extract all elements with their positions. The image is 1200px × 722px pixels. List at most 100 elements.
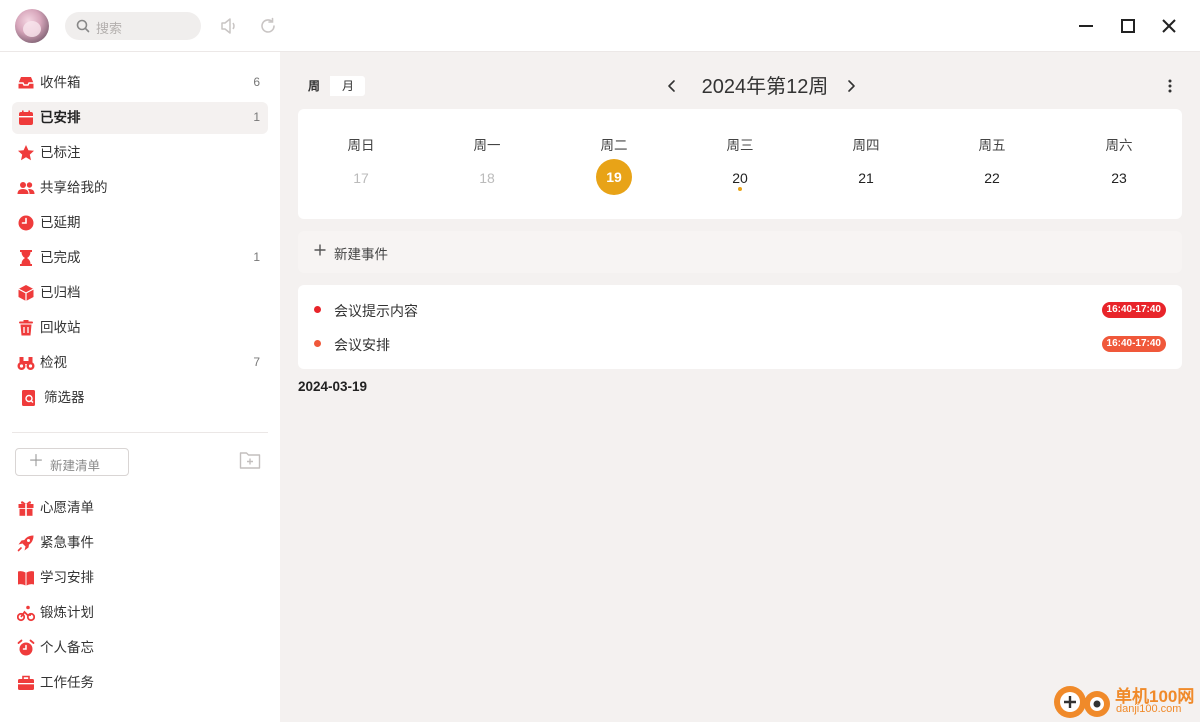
event-time-badge: 16:40-17:40	[1101, 302, 1166, 318]
day-column[interactable]: 周五 22	[929, 109, 1055, 219]
sidebar-item-trash[interactable]: 回收站	[12, 312, 268, 344]
sidebar-item-completed[interactable]: 已完成 1	[12, 242, 268, 274]
event-item[interactable]: 会议安排 16:40-17:40	[298, 329, 1182, 359]
sidebar-item-review[interactable]: 检视 7	[12, 347, 268, 379]
sidebar-item-inbox[interactable]: 收件箱 6	[12, 67, 268, 99]
item-count: 6	[253, 75, 260, 89]
day-column[interactable]: 周一 18	[424, 109, 550, 219]
new-event-label: 新建事件	[334, 247, 388, 262]
item-count: 1	[253, 250, 260, 264]
event-item[interactable]: 会议提示内容 16:40-17:40	[298, 295, 1182, 325]
day-name: 周三	[726, 138, 754, 153]
sidebar-item-label: 共享给我的	[40, 180, 108, 195]
event-color-dot	[314, 340, 321, 347]
today-date: 19	[596, 159, 632, 195]
calendar-icon	[19, 110, 33, 125]
sidebar-item-label: 回收站	[40, 320, 81, 335]
new-list-button[interactable]: ＋ 新建清单	[15, 448, 129, 476]
item-count: 7	[253, 355, 260, 369]
sidebar-list-memo[interactable]: 个人备忘	[12, 632, 268, 664]
add-folder-icon[interactable]	[239, 450, 261, 470]
sidebar-item-label: 心愿清单	[40, 500, 94, 515]
next-week-icon[interactable]	[843, 78, 859, 94]
sidebar-item-label: 个人备忘	[40, 640, 94, 655]
watermark-url: danji100.com	[1116, 703, 1182, 715]
sidebar-item-label: 已安排	[40, 110, 81, 125]
event-indicator-dot	[738, 187, 742, 191]
sidebar-item-shared[interactable]: 共享给我的	[12, 172, 268, 204]
prev-week-icon[interactable]	[664, 78, 680, 94]
sidebar: 收件箱 6 已安排 1 已标注 共享给我的 已延期 已完成 1 已归档 回收站 …	[0, 52, 280, 722]
maximize-icon[interactable]	[1116, 14, 1140, 38]
sidebar-item-label: 已延期	[40, 215, 81, 230]
alarm-icon	[17, 639, 35, 656]
sound-icon[interactable]	[218, 15, 240, 37]
sidebar-item-label: 学习安排	[40, 570, 94, 585]
title-bar: 搜索	[0, 0, 1200, 52]
day-name: 周一	[473, 138, 501, 153]
briefcase-icon	[18, 675, 34, 690]
minimize-icon[interactable]	[1074, 14, 1098, 38]
week-calendar: 周日 17 周一 18 周二 19 周三 20 周四 21 周五 22 周六 2…	[298, 109, 1182, 219]
watermark-logo-icon	[1054, 686, 1110, 718]
search-input[interactable]: 搜索	[96, 18, 122, 37]
event-list: 会议提示内容 16:40-17:40 会议安排 16:40-17:40	[298, 285, 1182, 369]
search-icon	[76, 19, 90, 33]
day-name: 周日	[347, 138, 375, 153]
day-column[interactable]: 周日 17	[298, 109, 424, 219]
day-column[interactable]: 周四 21	[803, 109, 929, 219]
view-switcher: 周 月	[298, 76, 365, 96]
day-date: 20	[732, 170, 748, 186]
event-title: 会议提示内容	[334, 303, 418, 319]
close-icon[interactable]	[1157, 14, 1181, 38]
day-date: 21	[858, 170, 874, 186]
sidebar-item-label: 工作任务	[40, 675, 94, 690]
sidebar-list-urgent[interactable]: 紧急事件	[12, 527, 268, 559]
day-name: 周六	[1105, 138, 1133, 153]
sidebar-list-exercise[interactable]: 锻炼计划	[12, 597, 268, 629]
tab-month[interactable]: 月	[332, 76, 364, 96]
sidebar-item-filters[interactable]: 筛选器	[12, 382, 268, 414]
new-event-button[interactable]: 新建事件	[298, 231, 1182, 273]
bike-icon	[17, 605, 35, 622]
sidebar-item-starred[interactable]: 已标注	[12, 137, 268, 169]
more-options-icon[interactable]	[1162, 78, 1178, 94]
day-date: 23	[1111, 170, 1127, 186]
gift-icon	[18, 501, 34, 516]
search-box[interactable]: 搜索	[65, 12, 201, 40]
day-date: 22	[984, 170, 1000, 186]
item-count: 1	[253, 110, 260, 124]
book-icon	[18, 571, 34, 586]
sidebar-item-archived[interactable]: 已归档	[12, 277, 268, 309]
filter-doc-icon	[22, 390, 35, 406]
plus-icon	[314, 244, 326, 256]
clock-icon	[18, 215, 34, 231]
day-name: 周二	[600, 138, 628, 153]
event-time-badge: 16:40-17:40	[1101, 336, 1166, 352]
sidebar-divider	[12, 432, 268, 433]
watermark: 单机100网 danji100.com	[1050, 680, 1200, 722]
event-title: 会议安排	[334, 337, 390, 353]
sidebar-item-label: 已标注	[40, 145, 81, 160]
sidebar-list-wishlist[interactable]: 心愿清单	[12, 492, 268, 524]
sidebar-item-postponed[interactable]: 已延期	[12, 207, 268, 239]
rocket-icon	[17, 535, 34, 552]
box-icon	[18, 285, 34, 301]
binoculars-icon	[17, 357, 35, 370]
new-list-label: 新建清单	[50, 459, 101, 473]
event-color-dot	[314, 306, 321, 313]
sidebar-item-label: 已归档	[40, 285, 81, 300]
sidebar-item-scheduled[interactable]: 已安排 1	[12, 102, 268, 134]
sidebar-list-work[interactable]: 工作任务	[12, 667, 268, 699]
day-column[interactable]: 周三 20	[677, 109, 803, 219]
trash-icon	[19, 320, 33, 336]
avatar[interactable]	[15, 9, 49, 43]
tab-week[interactable]: 周	[298, 76, 330, 96]
sidebar-item-label: 紧急事件	[40, 535, 94, 550]
sidebar-item-label: 检视	[40, 355, 67, 370]
day-column[interactable]: 周六 23	[1056, 109, 1182, 219]
sidebar-list-study[interactable]: 学习安排	[12, 562, 268, 594]
refresh-icon[interactable]	[257, 15, 279, 37]
day-column-today[interactable]: 周二 19	[551, 109, 677, 219]
day-name: 周五	[978, 138, 1006, 153]
